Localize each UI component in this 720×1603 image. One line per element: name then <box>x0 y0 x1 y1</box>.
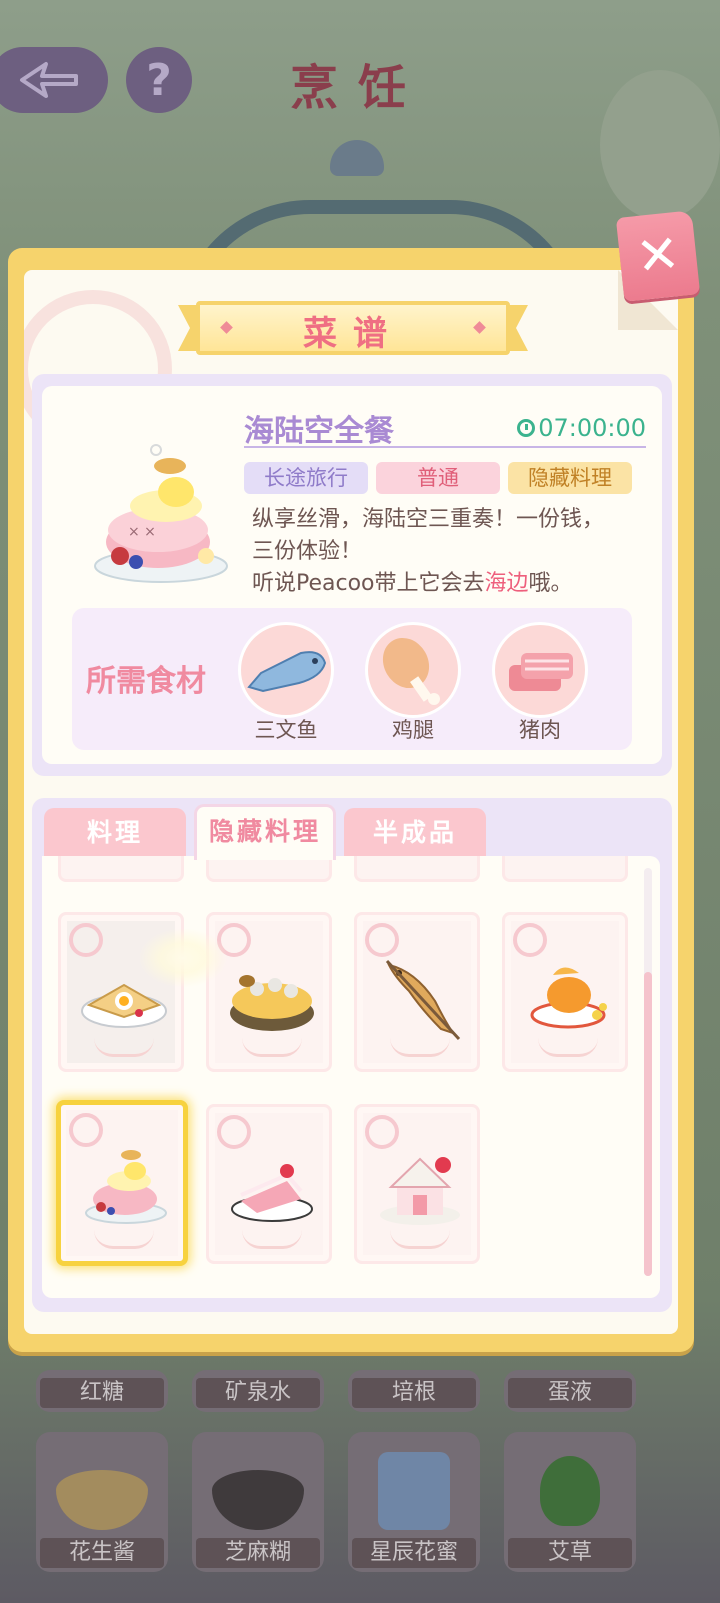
drumstick-icon <box>382 637 440 705</box>
panel-title: 菜谱 <box>303 314 403 354</box>
recipe-card[interactable] <box>354 912 480 1072</box>
ingredient-item[interactable]: 鸡腿 <box>363 622 463 744</box>
strawberry-cake-icon <box>231 1164 313 1222</box>
help-icon: ? <box>146 54 172 106</box>
sea-land-sky-meal-icon: × × <box>94 444 228 583</box>
inventory-item[interactable]: 花生酱 <box>36 1432 168 1572</box>
svg-text:× ×: × × <box>128 524 156 540</box>
honey-jar-icon <box>378 1452 450 1530</box>
inventory-item[interactable]: 芝麻糊 <box>192 1432 324 1572</box>
ingredients-section: 所需食材 三文鱼 鸡腿 猪肉 <box>72 608 632 750</box>
inventory-item[interactable]: 艾草 <box>504 1432 636 1572</box>
clock-icon <box>517 419 536 437</box>
sesame-paste-icon <box>212 1470 304 1530</box>
pork-icon <box>509 653 573 691</box>
scrollbar[interactable] <box>644 868 652 1276</box>
peanut-butter-icon <box>56 1470 148 1530</box>
help-button[interactable]: ? <box>126 47 192 113</box>
ingredients-label: 所需食材 <box>86 664 206 699</box>
recipe-grid <box>42 856 660 1298</box>
scrollbar-thumb[interactable] <box>644 972 652 1276</box>
inventory-item[interactable]: 矿泉水 <box>192 1370 324 1412</box>
sea-land-sky-meal-icon <box>85 1150 167 1224</box>
tag-type: 隐藏料理 <box>508 462 632 494</box>
recipe-list: 料理 半成品 隐藏料理 <box>32 798 672 1312</box>
recipe-card-selected[interactable] <box>56 1100 188 1266</box>
tab-hidden-dishes[interactable]: 隐藏料理 <box>194 804 336 860</box>
recipe-detail: × × 海陆空全餐 07:00:00 长途旅行 普通 隐藏料理 纵享丝滑，海陆空… <box>32 374 672 776</box>
mugwort-icon <box>540 1456 600 1526</box>
goldfish-dish-icon <box>530 967 607 1029</box>
dish-description: 纵享丝滑，海陆空三重奏！一份钱， 三份体验！ 听说Peacoo带上它会去海边哦。 <box>252 507 605 596</box>
recipe-card[interactable] <box>502 912 628 1072</box>
inventory-item[interactable]: 红糖 <box>36 1370 168 1412</box>
ingredient-item[interactable]: 三文鱼 <box>236 622 336 744</box>
inventory-grid: 红糖 矿泉水 培根 蛋液 花生酱 芝麻糊 星辰花蜜 艾草 <box>36 1370 656 1592</box>
panel-title-ribbon: 菜谱 <box>178 297 528 359</box>
close-button[interactable]: ✕ <box>615 210 701 302</box>
cook-time: 07:00:00 <box>517 414 646 442</box>
ingredient-item[interactable]: 猪肉 <box>490 622 590 744</box>
inventory-item[interactable]: 星辰花蜜 <box>348 1432 480 1572</box>
sparkle-effect <box>138 928 228 988</box>
inventory-item[interactable]: 培根 <box>348 1370 480 1412</box>
close-icon: ✕ <box>633 223 683 289</box>
back-button[interactable] <box>0 47 108 113</box>
recipe-card[interactable] <box>206 1104 332 1264</box>
salmon-icon <box>247 651 327 693</box>
back-arrow-icon <box>20 62 78 98</box>
teapot-decoration <box>600 70 720 220</box>
tab-dishes[interactable]: 料理 <box>44 808 186 860</box>
tag-rarity: 普通 <box>376 462 500 494</box>
dish-name: 海陆空全餐 <box>244 414 394 449</box>
recipe-card[interactable] <box>354 1104 480 1264</box>
tab-semi-finished[interactable]: 半成品 <box>344 808 486 860</box>
tag-category: 长途旅行 <box>244 462 368 494</box>
inventory-item[interactable]: 蛋液 <box>504 1370 636 1412</box>
page-title: 烹饪 <box>290 60 427 116</box>
gingerbread-house-icon <box>380 1157 460 1225</box>
grilled-fish-icon <box>385 959 461 1041</box>
mushroom-cake-icon <box>230 975 314 1031</box>
